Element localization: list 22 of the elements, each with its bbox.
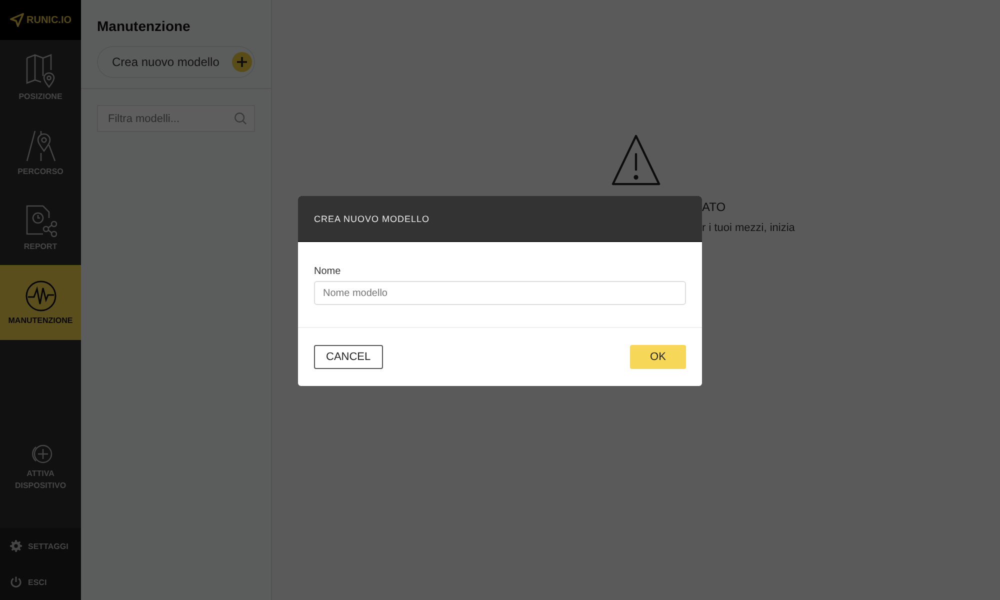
warning-icon	[611, 134, 661, 186]
ok-button[interactable]: OK	[630, 345, 686, 369]
logo-text: RUNIC.IO	[26, 14, 72, 26]
route-pin-icon	[24, 129, 56, 163]
report-share-icon	[24, 204, 56, 238]
dialog-title: CREA NUOVO MODELLO	[314, 214, 430, 224]
heartbeat-icon	[24, 280, 56, 312]
settings-icon	[10, 540, 22, 552]
paper-plane-icon	[10, 13, 24, 27]
create-model-button[interactable]: Crea nuovo modello	[97, 46, 255, 78]
empty-state-text: r i tuoi mezzi, inizia	[702, 222, 795, 234]
panel-title: Manutenzione	[97, 18, 192, 34]
empty-state-title: ATO	[702, 200, 727, 214]
name-input-field[interactable]: Nome modello	[314, 281, 686, 305]
cancel-button[interactable]: CANCEL	[314, 345, 383, 369]
field-label: Nome	[314, 266, 342, 277]
map-pin-icon	[24, 54, 56, 88]
plus-icon	[232, 52, 252, 72]
nav-item[interactable]: MANUTENZIONE	[0, 265, 81, 340]
power-icon	[10, 576, 22, 588]
search-icon	[234, 112, 247, 125]
logo[interactable]: RUNIC.IO	[0, 0, 81, 40]
